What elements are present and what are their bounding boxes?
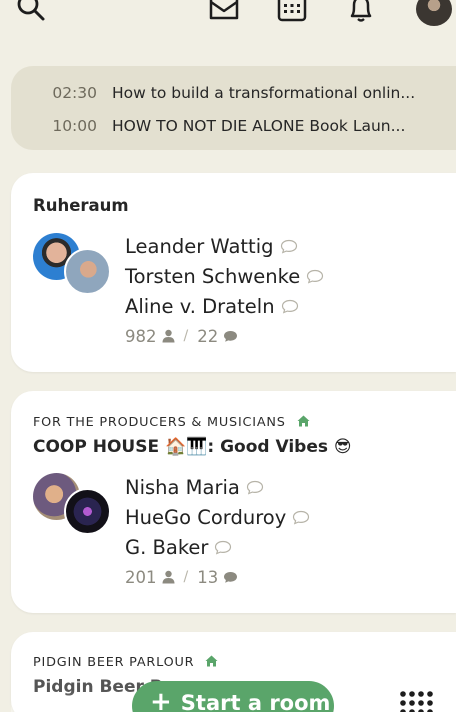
speaker-avatars [33,233,113,299]
chat-bubble-icon [215,540,232,555]
room-title: COOP HOUSE 🏠🎹: Good Vibes 😎 [33,437,352,457]
room-stats: 982 / 22 [125,321,324,351]
room-title: Ruheraum [33,196,129,215]
event-time: 02:30 [52,83,97,102]
speaker-name: Aline v. Drateln [125,294,275,318]
speaker-count: 13 [197,567,219,587]
speaker-avatar [64,488,111,535]
notification-bell-icon[interactable] [344,0,378,24]
speaker-name: Leander Wattig [125,234,274,258]
speaker-name: G. Baker [125,535,209,559]
listener-count: 201 [125,567,157,587]
room-card-ruheraum[interactable]: Ruheraum Leander Wattig Torsten Schwenke… [11,173,456,372]
speaker-row[interactable]: HueGo Corduroy [125,502,310,532]
upcoming-event[interactable]: 02:30 How to build a transformational on… [11,76,456,109]
speaker-name: Nisha Maria [125,475,240,499]
house-icon [297,415,310,427]
chat-bubble-icon [224,571,238,583]
calendar-icon[interactable] [275,0,309,24]
event-title: How to build a transformational onlin... [112,83,416,102]
chat-bubble-icon [246,480,263,495]
chat-bubble-icon [224,330,238,342]
invite-envelope-icon[interactable] [207,0,241,24]
top-bar [0,0,456,30]
stats-separator: / [183,569,189,585]
stats-separator: / [183,328,189,344]
grid-dots-icon[interactable] [398,690,434,712]
person-icon [162,570,174,584]
upcoming-event[interactable]: 10:00 HOW TO NOT DIE ALONE Book Laun... [11,109,456,142]
speaker-row[interactable]: Aline v. Drateln [125,291,324,321]
speaker-row[interactable]: Torsten Schwenke [125,261,324,291]
house-icon [205,655,218,667]
upcoming-events[interactable]: 02:30 How to build a transformational on… [11,66,456,150]
event-time: 10:00 [52,116,97,135]
event-title: HOW TO NOT DIE ALONE Book Laun... [112,116,406,135]
plus-icon: + [150,687,172,712]
search-icon[interactable] [14,0,48,24]
speaker-avatar [64,248,111,295]
profile-avatar[interactable] [416,0,452,26]
club-name-label: FOR THE PRODUCERS & MUSICIANS [33,415,286,430]
club-name[interactable]: PIDGIN BEER PARLOUR [33,655,218,670]
speaker-row[interactable]: Leander Wattig [125,231,324,261]
club-name-label: PIDGIN BEER PARLOUR [33,655,195,670]
chat-bubble-icon [293,510,310,525]
speaker-row[interactable]: G. Baker [125,532,310,562]
chat-bubble-icon [281,299,298,314]
speaker-count: 22 [197,326,219,346]
person-icon [162,329,174,343]
room-card-coop-house[interactable]: FOR THE PRODUCERS & MUSICIANS COOP HOUSE… [11,391,456,613]
speaker-name: HueGo Corduroy [125,505,287,529]
start-room-label: Start a room [180,691,331,712]
start-room-button[interactable]: + Start a room [132,681,334,712]
listener-count: 982 [125,326,157,346]
speaker-avatars [33,473,113,539]
club-name[interactable]: FOR THE PRODUCERS & MUSICIANS [33,415,310,430]
speaker-name: Torsten Schwenke [125,264,301,288]
speaker-row[interactable]: Nisha Maria [125,472,310,502]
chat-bubble-icon [280,239,297,254]
chat-bubble-icon [307,269,324,284]
room-stats: 201 / 13 [125,562,310,592]
